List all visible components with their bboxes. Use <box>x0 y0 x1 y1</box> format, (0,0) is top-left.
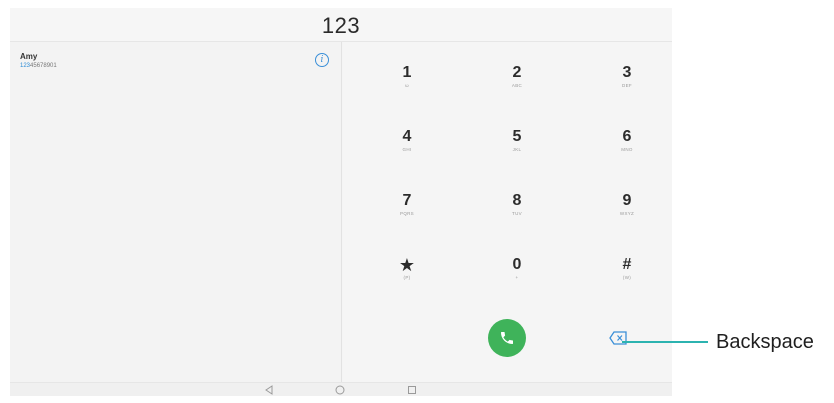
dialed-number: 123 <box>321 13 361 38</box>
triangle-back-icon[interactable] <box>264 385 274 395</box>
key-letters: (W) <box>622 275 632 280</box>
key-letters: + <box>515 275 519 280</box>
contact-number-match: 123 <box>20 63 31 69</box>
key-digit: 4 <box>402 128 412 145</box>
call-button[interactable] <box>488 319 526 357</box>
square-recent-icon[interactable] <box>407 385 417 395</box>
key-3[interactable]: 3 DEF <box>582 64 672 114</box>
key-digit: 5 <box>512 128 522 145</box>
dialed-number-bar: 123 <box>10 8 672 42</box>
key-digit: 2 <box>512 64 522 81</box>
key-star[interactable]: ★ (P) <box>362 256 452 306</box>
key-7[interactable]: 7 PQRS <box>362 192 452 242</box>
navigation-bar <box>10 382 672 396</box>
key-1[interactable]: 1 ω <box>362 64 452 114</box>
contact-number-rest: 45678901 <box>30 63 57 69</box>
key-letters: (P) <box>403 275 411 280</box>
key-letters: TUV <box>512 211 522 216</box>
backspace-callout-label: Backspace <box>716 331 814 353</box>
key-digit: 3 <box>622 64 632 81</box>
keypad-panel: 1 ω 2 ABC 3 DEF 4 GHI 5 JKL 6 MNO 7 PQRS… <box>343 42 672 382</box>
key-0[interactable]: 0 + <box>472 256 562 306</box>
contact-number: 12345678901 <box>20 63 57 69</box>
key-hash[interactable]: # (W) <box>582 256 672 306</box>
backspace-icon <box>609 331 627 345</box>
key-5[interactable]: 5 JKL <box>472 128 562 178</box>
contact-name: Amy <box>20 52 38 61</box>
key-digit: 7 <box>402 192 412 209</box>
key-letters: DEF <box>622 83 632 88</box>
key-letters: JKL <box>512 147 522 152</box>
key-9[interactable]: 9 WXYZ <box>582 192 672 242</box>
key-6[interactable]: 6 MNO <box>582 128 672 178</box>
key-letters: ABC <box>511 83 523 88</box>
contact-result-row[interactable]: Amy 12345678901 i <box>10 48 342 78</box>
contact-results-panel: Amy 12345678901 i <box>10 42 342 382</box>
key-letters: WXYZ <box>619 211 635 216</box>
key-digit: 9 <box>622 192 632 209</box>
key-letters: GHI <box>402 147 412 152</box>
backspace-button[interactable] <box>609 331 627 345</box>
key-letters: MNO <box>621 147 633 152</box>
key-letters: ω <box>405 83 409 88</box>
callout-line <box>622 341 708 343</box>
key-digit: ★ <box>398 255 416 275</box>
circle-home-icon[interactable] <box>335 385 345 395</box>
key-4[interactable]: 4 GHI <box>362 128 452 178</box>
key-8[interactable]: 8 TUV <box>472 192 562 242</box>
dialer-screen: 123 Amy 12345678901 i 1 ω 2 ABC 3 DEF 4 … <box>10 8 672 396</box>
key-letters: PQRS <box>400 211 414 216</box>
key-digit: 8 <box>512 192 522 209</box>
key-digit: 0 <box>512 256 522 273</box>
key-digit: 1 <box>402 64 412 81</box>
key-2[interactable]: 2 ABC <box>472 64 562 114</box>
phone-icon <box>501 332 513 344</box>
info-icon[interactable]: i <box>315 53 329 67</box>
key-digit: # <box>622 256 632 273</box>
key-digit: 6 <box>622 128 632 145</box>
